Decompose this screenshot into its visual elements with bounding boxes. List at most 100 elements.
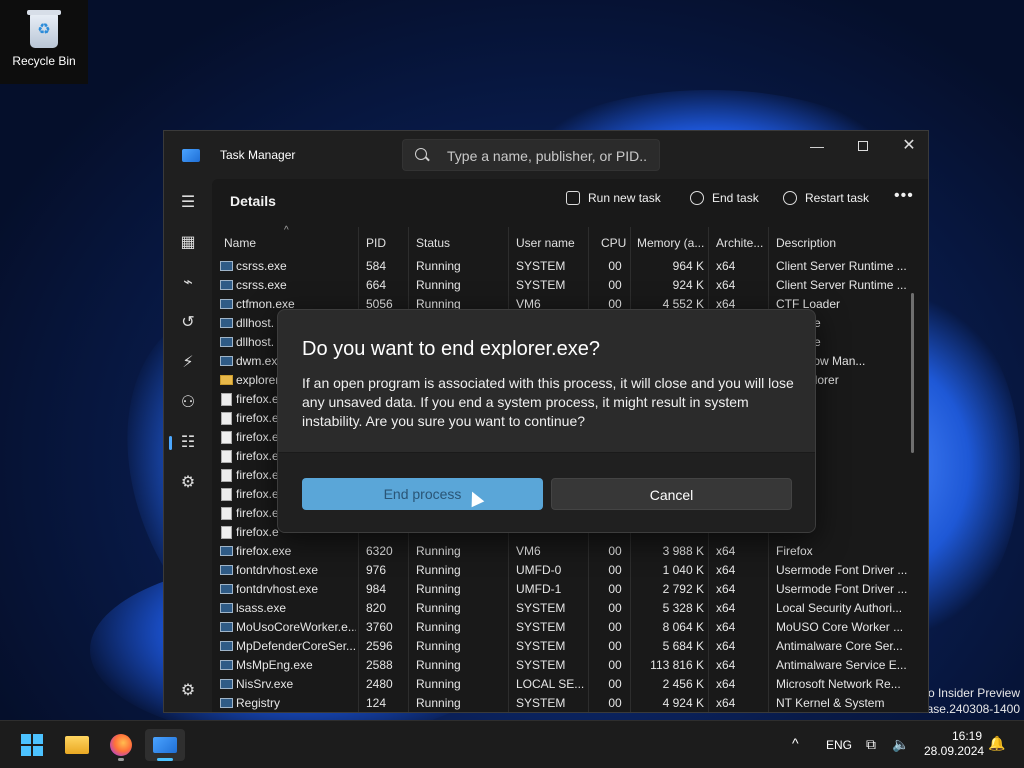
cell-name: MpDefenderCoreSer... <box>236 639 356 653</box>
table-row[interactable]: NisSrv.exe 2480 Running LOCAL SE... 00 2 456 … <box>212 675 918 694</box>
process-icon <box>220 641 233 651</box>
table-row[interactable]: firefox.exe 6320 Running VM6 00 3 988 K x64 Fir… <box>212 542 918 561</box>
cell-cpu: 00 <box>608 278 622 292</box>
process-icon <box>220 318 233 328</box>
search-box[interactable] <box>402 139 660 171</box>
notification-bell-icon[interactable]: 🔔 <box>988 735 1005 752</box>
run-new-task-button[interactable]: Run new task <box>566 191 661 205</box>
cell-mem: 5 684 K <box>662 639 704 653</box>
cell-pid: 3760 <box>366 620 393 634</box>
cell-arch: x64 <box>716 601 736 615</box>
table-row[interactable]: MoUsoCoreWorker.e... 3760 Running SYSTEM 00 8… <box>212 618 918 637</box>
hamburger-menu-icon[interactable]: ☰ <box>172 187 204 219</box>
firefox-button[interactable] <box>101 729 141 761</box>
process-icon <box>221 393 232 406</box>
processes-icon[interactable]: ▦ <box>172 227 204 259</box>
page-title: Details <box>230 193 276 209</box>
cell-status: Running <box>416 658 461 672</box>
cell-desc: Local Security Authori... <box>776 601 903 615</box>
cell-cpu: 00 <box>608 544 622 558</box>
column-header-cpu[interactable]: CPU <box>601 236 626 250</box>
cell-name: MoUsoCoreWorker.e... <box>236 620 356 634</box>
cell-cpu: 00 <box>608 563 622 577</box>
details-icon[interactable]: ☷ <box>169 427 204 459</box>
column-header-pid[interactable]: PID <box>366 236 386 250</box>
task-manager-taskbar-button[interactable] <box>145 729 185 761</box>
cell-status: Running <box>416 696 461 710</box>
more-options-button[interactable]: ••• <box>894 187 914 205</box>
maximize-icon <box>858 141 868 151</box>
end-task-button[interactable]: End task <box>690 191 759 205</box>
process-icon <box>221 450 232 463</box>
language-indicator[interactable]: ENG <box>826 738 852 768</box>
cell-desc: NT Kernel & System <box>776 696 885 710</box>
recycle-bin-label: Recycle Bin <box>12 54 76 68</box>
cell-arch: x64 <box>716 582 736 596</box>
cell-user: UMFD-1 <box>516 582 562 596</box>
app-history-icon[interactable]: ↺ <box>172 307 204 339</box>
cell-pid: 124 <box>366 696 387 710</box>
table-row[interactable]: csrss.exe 584 Running SYSTEM 00 964 K x64 Clien… <box>212 257 918 276</box>
show-hidden-icons-button[interactable]: ^ <box>792 735 799 768</box>
column-header-user[interactable]: User name <box>516 236 575 250</box>
cell-status: Running <box>416 278 461 292</box>
title-bar[interactable]: Task Manager — ✕ <box>164 131 928 179</box>
start-button[interactable] <box>12 729 52 761</box>
column-header-status[interactable]: Status <box>416 236 450 250</box>
clock[interactable]: 16:19 28.09.2024 <box>924 729 984 759</box>
table-row[interactable]: lsass.exe 820 Running SYSTEM 00 5 328 K x64 Loc… <box>212 599 918 618</box>
process-icon <box>220 622 233 632</box>
process-icon <box>220 299 233 309</box>
process-icon <box>220 565 233 575</box>
cell-mem: 1 040 K <box>662 563 704 577</box>
restart-task-button[interactable]: Restart task <box>783 191 869 205</box>
table-row[interactable]: MpDefenderCoreSer... 2596 Running SYSTEM 00 5… <box>212 637 918 656</box>
column-header-name[interactable]: Name <box>224 236 256 250</box>
users-icon[interactable]: ⚇ <box>172 387 204 419</box>
cell-user: SYSTEM <box>516 259 566 273</box>
taskbar: ^ ENG ⧉ 🔈 16:19 28.09.2024 🔔 <box>0 720 1024 768</box>
process-icon <box>220 337 233 347</box>
minimize-button[interactable]: — <box>794 131 840 163</box>
search-input[interactable] <box>447 146 647 166</box>
maximize-button[interactable] <box>840 131 886 163</box>
cancel-button[interactable]: Cancel <box>551 478 792 510</box>
end-process-button[interactable]: End process <box>302 478 543 510</box>
column-header-description[interactable]: Description <box>776 236 836 250</box>
cell-arch: x64 <box>716 620 736 634</box>
startup-apps-icon[interactable]: ⚡ <box>172 347 204 379</box>
run-new-task-label: Run new task <box>588 191 661 205</box>
table-row[interactable]: fontdrvhost.exe 984 Running UMFD-1 00 2 792 K… <box>212 580 918 599</box>
recycle-bin-shortcut[interactable]: ♻ Recycle Bin <box>0 0 88 84</box>
settings-icon[interactable]: ⚙ <box>172 675 204 707</box>
column-header-memory[interactable]: Memory (a... <box>637 236 704 250</box>
table-row[interactable]: MsMpEng.exe 2588 Running SYSTEM 00 113 816 K x… <box>212 656 918 675</box>
cell-name: firefox.exe <box>236 544 292 558</box>
cell-name: NisSrv.exe <box>236 677 294 691</box>
table-row[interactable]: Registry 124 Running SYSTEM 00 4 924 K x64 NT K… <box>212 694 918 712</box>
performance-icon[interactable]: ⌁ <box>172 267 204 299</box>
cell-user: SYSTEM <box>516 639 566 653</box>
table-header: ^ Name PID Status User name CPU Memory (… <box>212 223 918 257</box>
network-icon[interactable]: ⧉ <box>866 736 876 768</box>
cell-user: UMFD-0 <box>516 563 562 577</box>
cell-pid: 6320 <box>366 544 393 558</box>
search-icon <box>415 148 427 160</box>
cell-desc: Antimalware Core Ser... <box>776 639 903 653</box>
process-icon <box>220 698 233 708</box>
vertical-scrollbar[interactable] <box>911 293 914 453</box>
process-icon <box>220 660 233 670</box>
table-row[interactable]: fontdrvhost.exe 976 Running UMFD-0 00 1 040 K… <box>212 561 918 580</box>
close-button[interactable]: ✕ <box>886 131 928 163</box>
active-indicator <box>157 758 173 761</box>
table-row[interactable]: csrss.exe 664 Running SYSTEM 00 924 K x64 Clien… <box>212 276 918 295</box>
services-icon[interactable]: ⚙ <box>172 467 204 499</box>
recycle-bin-icon: ♻ <box>26 8 62 50</box>
column-header-architecture[interactable]: Archite... <box>716 236 763 250</box>
volume-muted-icon[interactable]: 🔈 <box>892 736 909 768</box>
cell-cpu: 00 <box>608 259 622 273</box>
cell-name: fontdrvhost.exe <box>236 582 319 596</box>
cell-arch: x64 <box>716 563 736 577</box>
file-explorer-button[interactable] <box>57 729 97 761</box>
cell-mem: 964 K <box>672 259 704 273</box>
